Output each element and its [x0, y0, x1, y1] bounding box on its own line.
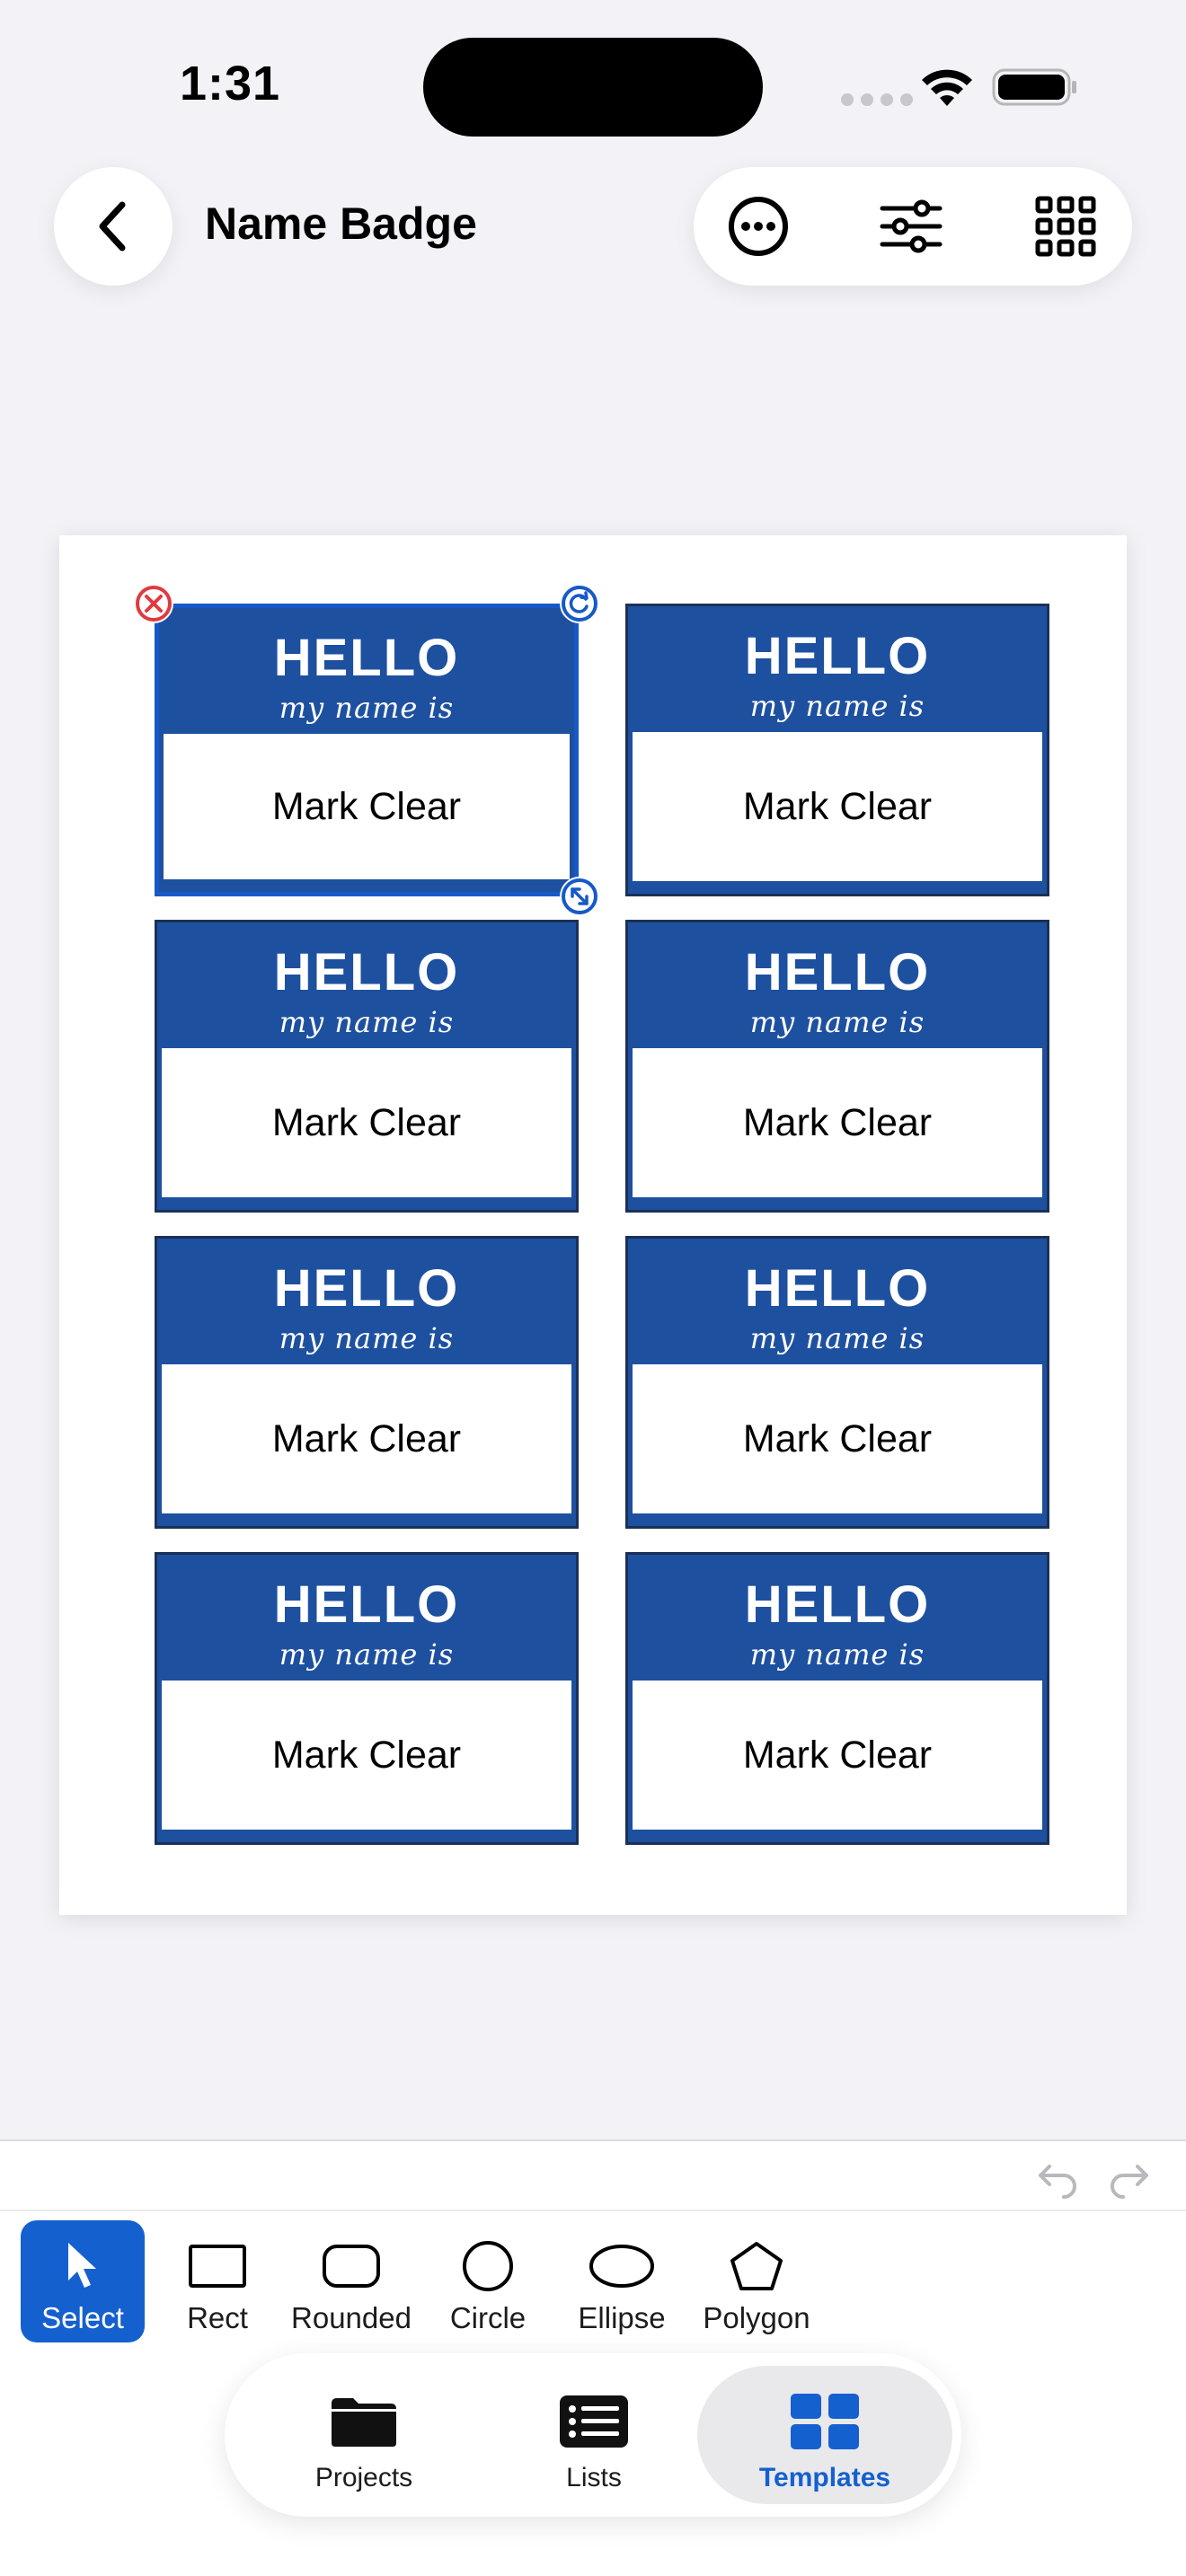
name-badge[interactable]: HELLO my name is Mark Clear: [155, 604, 579, 896]
tool-ellipse[interactable]: Ellipse: [568, 2220, 676, 2342]
name-badge[interactable]: HELLO my name is Mark Clear: [625, 604, 1049, 896]
badge-hello-text: HELLO: [273, 1575, 460, 1634]
tab-templates[interactable]: Templates: [697, 2366, 952, 2504]
name-badge[interactable]: HELLO my name is Mark Clear: [625, 1552, 1049, 1845]
badge-name-area: Mark Clear: [162, 1048, 571, 1197]
badge-name-area: Mark Clear: [633, 1364, 1042, 1513]
name-badge[interactable]: HELLO my name is Mark Clear: [155, 920, 579, 1213]
status-time: 1:31: [180, 57, 281, 110]
tool-label: Rounded: [291, 2301, 412, 2334]
dynamic-island: [423, 38, 763, 137]
tool-label: Ellipse: [578, 2301, 666, 2334]
badge-name-area: Mark Clear: [633, 732, 1042, 881]
redo-icon: [1111, 2165, 1148, 2199]
badge-subtitle: my name is: [279, 1637, 455, 1672]
badge-subtitle: my name is: [279, 691, 455, 725]
tool-label: Polygon: [703, 2301, 810, 2334]
badge-subtitle: my name is: [749, 1637, 925, 1672]
tab-lists[interactable]: Lists: [491, 2366, 697, 2504]
badge-name: Mark Clear: [742, 1100, 933, 1144]
polygon-icon: [730, 2242, 783, 2290]
badge-hello-text: HELLO: [744, 1575, 931, 1634]
back-button[interactable]: [54, 167, 173, 286]
grid-button[interactable]: [1030, 190, 1102, 262]
badge-subtitle: my name is: [749, 1321, 925, 1355]
more-button[interactable]: [722, 190, 794, 262]
badge-name-area: Mark Clear: [162, 1364, 571, 1513]
undo-icon: [1039, 2165, 1076, 2199]
badge-name-area: Mark Clear: [162, 1681, 571, 1830]
name-badge[interactable]: HELLO my name is Mark Clear: [155, 1552, 579, 1845]
name-badge[interactable]: HELLO my name is Mark Clear: [625, 920, 1049, 1213]
badge-subtitle: my name is: [279, 1005, 455, 1039]
badge-name: Mark Clear: [271, 1416, 462, 1460]
badge-hello-text: HELLO: [744, 1259, 931, 1318]
tool-polygon[interactable]: Polygon: [694, 2220, 819, 2342]
badge-name-area: Mark Clear: [633, 1681, 1042, 1830]
tab-projects[interactable]: Projects: [261, 2366, 467, 2504]
chevron-left-icon: [99, 201, 126, 251]
tool-label: Rect: [187, 2301, 248, 2334]
undo-button[interactable]: [1035, 2152, 1082, 2199]
more-icon: [729, 197, 788, 256]
resize-handle[interactable]: [560, 877, 599, 916]
signal-dots-icon: [841, 93, 913, 106]
delete-handle[interactable]: [134, 584, 173, 623]
badge-name-area: Mark Clear: [164, 734, 570, 879]
badge-subtitle: my name is: [749, 1005, 925, 1039]
tool-rounded[interactable]: Rounded: [284, 2220, 419, 2342]
badge-name: Mark Clear: [271, 1733, 462, 1777]
badge-name-area: Mark Clear: [633, 1048, 1042, 1197]
wifi-icon: [922, 69, 972, 106]
nav-actions-group: [694, 167, 1132, 286]
canvas-sheet[interactable]: HELLO my name is Mark Clear HELLO my nam…: [59, 535, 1127, 1915]
badge-name: Mark Clear: [742, 784, 933, 828]
divider: [0, 2210, 1186, 2211]
rounded-rect-icon: [323, 2245, 380, 2288]
badge-hello-text: HELLO: [273, 1259, 460, 1318]
resize-arrows-icon: [562, 878, 597, 914]
badge-hello-text: HELLO: [744, 943, 931, 1001]
rotate-handle[interactable]: [560, 584, 599, 623]
tab-bar: Projects Lists Templates: [225, 2353, 961, 2517]
ellipse-icon: [589, 2245, 654, 2288]
name-badge[interactable]: HELLO my name is Mark Clear: [625, 1236, 1049, 1529]
tool-label: Select: [41, 2301, 124, 2334]
page-title: Name Badge: [205, 198, 477, 249]
badge-hello-text: HELLO: [273, 629, 460, 687]
badge-subtitle: my name is: [279, 1321, 455, 1355]
badge-name: Mark Clear: [742, 1733, 933, 1777]
list-icon: [560, 2395, 628, 2448]
tool-select[interactable]: Select: [21, 2220, 145, 2342]
badge-name: Mark Clear: [271, 784, 462, 828]
tool-circle[interactable]: Circle: [438, 2220, 537, 2342]
circle-icon: [463, 2241, 513, 2291]
tab-label: Projects: [314, 2463, 413, 2492]
tab-label: Lists: [566, 2463, 622, 2492]
grid-icon: [1035, 196, 1096, 257]
tool-rect[interactable]: Rect: [171, 2220, 264, 2342]
badge-name: Mark Clear: [742, 1416, 933, 1460]
redo-button[interactable]: [1105, 2152, 1152, 2199]
adjustments-button[interactable]: [875, 190, 947, 262]
badge-name: Mark Clear: [271, 1100, 462, 1144]
templates-grid-icon: [791, 2394, 859, 2449]
battery-icon: [992, 68, 1076, 106]
rect-icon: [189, 2245, 246, 2288]
sliders-icon: [880, 199, 943, 253]
delete-x-circle-icon: [136, 586, 172, 622]
badge-hello-text: HELLO: [273, 943, 460, 1001]
tool-label: Circle: [449, 2301, 527, 2334]
rotate-icon: [562, 586, 597, 622]
tab-label: Templates: [758, 2463, 891, 2492]
badge-subtitle: my name is: [749, 689, 925, 723]
cursor-icon: [68, 2243, 96, 2288]
folder-icon: [332, 2398, 396, 2447]
name-badge[interactable]: HELLO my name is Mark Clear: [155, 1236, 579, 1529]
badge-hello-text: HELLO: [744, 627, 931, 685]
